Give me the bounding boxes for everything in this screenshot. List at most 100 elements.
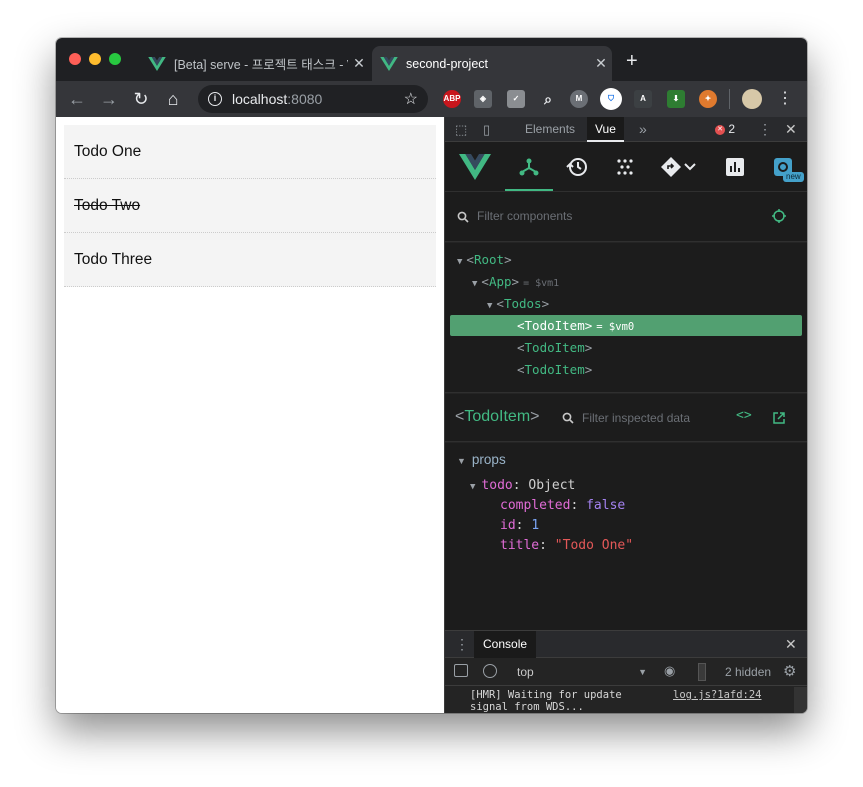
- node-name: TodoItem: [524, 318, 585, 333]
- tree-node-todoitem[interactable]: <TodoItem>: [517, 337, 592, 358]
- prop-type: Object: [528, 478, 576, 493]
- close-tab-icon[interactable]: ✕: [590, 55, 612, 72]
- extension-metamask-icon[interactable]: ✦: [699, 90, 717, 108]
- minimize-window-button[interactable]: [89, 53, 101, 65]
- tree-node-root[interactable]: ▼ <Root>: [457, 249, 512, 270]
- component-name: TodoItem: [464, 408, 531, 425]
- close-devtools-icon[interactable]: ✕: [777, 117, 805, 142]
- extension-download-icon[interactable]: ⬇: [667, 90, 685, 108]
- filter-input[interactable]: [698, 663, 706, 681]
- extension-bulb-icon[interactable]: ◈: [474, 90, 492, 108]
- tree-node-selected[interactable]: <TodoItem> = $vm0: [450, 315, 802, 336]
- clear-console-icon[interactable]: [483, 664, 497, 678]
- chevron-down-icon[interactable]: [683, 155, 697, 179]
- url-port: :8080: [287, 91, 323, 107]
- prop-field[interactable]: title: "Todo One": [500, 538, 633, 553]
- console-toolbar: top ▼ ◉ 2 hidden ⚙: [445, 658, 807, 686]
- todo-item-completed[interactable]: Todo Two: [64, 179, 436, 233]
- info-icon[interactable]: i: [208, 92, 222, 106]
- inspect-dom-icon[interactable]: <>: [736, 408, 752, 423]
- browser-tab[interactable]: [Beta] serve - 프로젝트 태스크 - Vu ✕: [140, 46, 370, 81]
- vue-devtools-nav: new: [445, 142, 807, 192]
- node-name: App: [488, 274, 512, 289]
- history-icon[interactable]: [565, 155, 589, 179]
- devtools-menu-icon[interactable]: ⋮: [750, 117, 780, 142]
- forward-icon[interactable]: →: [98, 88, 120, 110]
- todo-item[interactable]: Todo Three: [64, 233, 436, 287]
- collapse-arrow-icon[interactable]: ▼: [457, 456, 466, 466]
- reload-icon[interactable]: ↻: [130, 88, 152, 110]
- inspector-header: <TodoItem> Filter inspected data <>: [445, 394, 807, 442]
- open-in-editor-icon[interactable]: [772, 411, 786, 425]
- avatar[interactable]: [742, 89, 762, 109]
- section-label: props: [471, 452, 506, 467]
- inspected-component-title: <TodoItem>: [455, 408, 540, 425]
- context-selector[interactable]: top ▼: [511, 662, 651, 682]
- extension-check-icon[interactable]: ✓: [507, 90, 525, 108]
- active-nav-indicator: [505, 189, 553, 191]
- inspect-element-icon[interactable]: ⬚: [447, 117, 475, 142]
- prop-key: title: [500, 538, 540, 553]
- tree-node-app[interactable]: ▼ <App> = $vm1: [472, 271, 559, 292]
- hidden-count[interactable]: 2 hidden: [725, 665, 771, 679]
- components-icon[interactable]: [517, 155, 541, 179]
- tab-elements[interactable]: Elements: [517, 117, 583, 142]
- home-icon[interactable]: ⌂: [162, 88, 184, 110]
- console-scrollbar[interactable]: [794, 687, 807, 713]
- vuex-icon[interactable]: [613, 155, 637, 179]
- filter-components-input[interactable]: Filter components: [477, 209, 572, 223]
- todo-item[interactable]: Todo One: [64, 125, 436, 179]
- prop-field[interactable]: id: 1: [500, 518, 539, 533]
- browser-tab-active[interactable]: second-project ✕: [372, 46, 612, 81]
- more-tabs-icon[interactable]: »: [631, 117, 655, 142]
- tree-node-todoitem[interactable]: <TodoItem>: [517, 359, 592, 380]
- extension-search-icon[interactable]: ⌕: [539, 90, 557, 108]
- vue-logo-icon: [148, 56, 166, 71]
- tab-vue[interactable]: Vue: [587, 117, 624, 142]
- extension-m-icon[interactable]: M: [570, 90, 588, 108]
- prop-key: id: [500, 518, 516, 533]
- filter-inspected-input[interactable]: Filter inspected data: [582, 411, 690, 425]
- sidebar-toggle-icon[interactable]: [454, 664, 468, 677]
- address-bar[interactable]: i localhost:8080 ☆: [198, 85, 428, 113]
- browser-window: [Beta] serve - 프로젝트 태스크 - Vu ✕ second-pr…: [56, 38, 807, 713]
- props-section[interactable]: ▼ props: [457, 452, 506, 467]
- devtools-panel: ⬚ ▯ Elements Vue » ✕ 2 ⋮ ✕ new Filter co…: [444, 117, 807, 713]
- console-drawer: ⋮ Console ✕ top ▼ ◉ 2 hidden ⚙ [HMR] Wait…: [445, 630, 807, 713]
- error-count[interactable]: ✕ 2: [707, 117, 743, 142]
- menu-icon[interactable]: ⋮: [774, 88, 796, 110]
- drawer-menu-icon[interactable]: ⋮: [455, 636, 469, 653]
- select-component-icon[interactable]: [771, 208, 787, 224]
- extension-a-icon[interactable]: A: [634, 90, 652, 108]
- close-tab-icon[interactable]: ✕: [348, 55, 370, 72]
- vue-logo-icon: [380, 56, 398, 71]
- maximize-window-button[interactable]: [109, 53, 121, 65]
- tab-console[interactable]: Console: [474, 631, 537, 658]
- collapse-arrow-icon[interactable]: ▼: [472, 279, 477, 289]
- bookmark-star-icon[interactable]: ☆: [404, 89, 418, 109]
- adblock-icon[interactable]: ABP: [443, 90, 461, 108]
- new-badge: new: [783, 172, 804, 182]
- message-source-link[interactable]: log.js?1afd:24: [673, 689, 762, 701]
- eye-icon[interactable]: ◉: [664, 663, 675, 679]
- prop-todo[interactable]: ▼ todo: Object: [470, 478, 575, 493]
- extension-shield-icon[interactable]: ⛉: [600, 88, 622, 110]
- back-icon[interactable]: ←: [66, 88, 88, 110]
- new-tab-button[interactable]: +: [626, 51, 638, 71]
- prop-field[interactable]: completed: false: [500, 498, 625, 513]
- prop-value: false: [586, 498, 626, 513]
- routing-icon[interactable]: [659, 155, 683, 179]
- close-drawer-icon[interactable]: ✕: [785, 636, 797, 653]
- close-window-button[interactable]: [69, 53, 81, 65]
- tree-node-todos[interactable]: ▼ <Todos>: [487, 293, 549, 314]
- toolbar-divider: [729, 89, 730, 109]
- filter-components[interactable]: Filter components: [445, 192, 807, 242]
- prop-key: completed: [500, 498, 571, 513]
- collapse-arrow-icon[interactable]: ▼: [470, 482, 475, 492]
- console-settings-gear-icon[interactable]: ⚙: [783, 662, 796, 680]
- collapse-arrow-icon[interactable]: ▼: [457, 257, 462, 267]
- devtools-tabbar: ⬚ ▯ Elements Vue » ✕ 2 ⋮ ✕: [445, 117, 807, 142]
- performance-icon[interactable]: [723, 155, 747, 179]
- collapse-arrow-icon[interactable]: ▼: [487, 301, 492, 311]
- device-toolbar-icon[interactable]: ▯: [475, 117, 498, 142]
